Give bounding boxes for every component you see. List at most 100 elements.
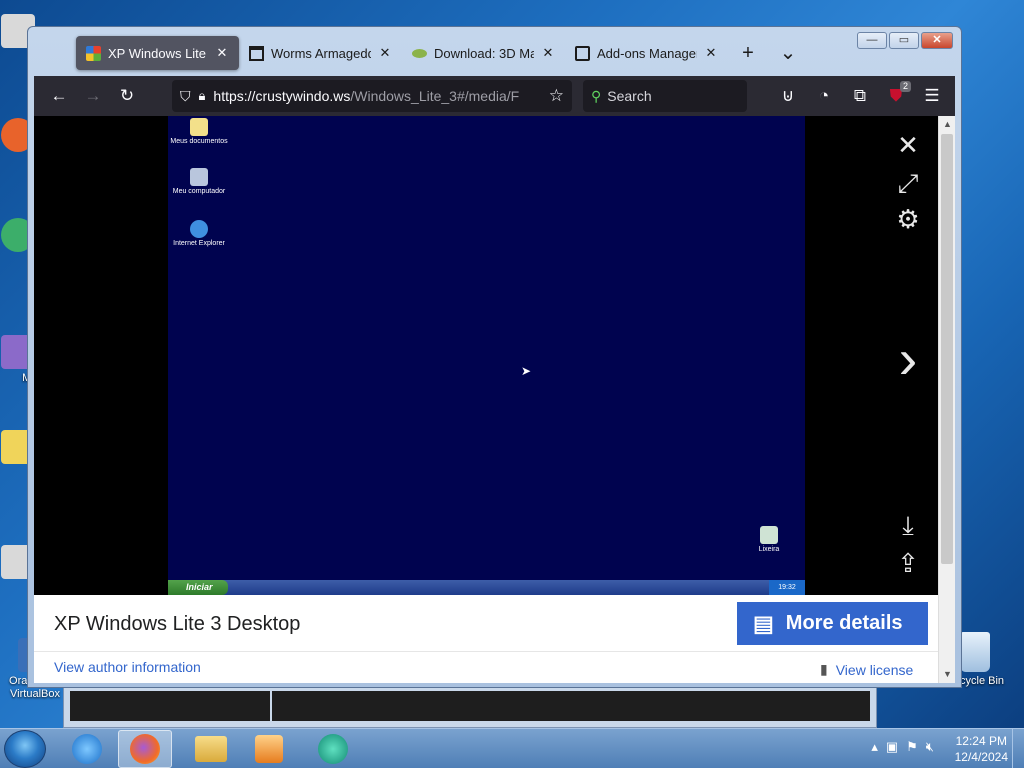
show-desktop-button[interactable]: [1012, 729, 1024, 768]
lock-icon: 🔒︎: [198, 88, 206, 103]
network-icon[interactable]: ▣: [886, 739, 898, 755]
addon-badge: 2: [899, 81, 911, 92]
volume-muted-icon[interactable]: 🔇︎: [926, 739, 934, 755]
media-player-icon: [255, 735, 283, 763]
maze-icon: [412, 48, 427, 58]
tab-xp-windows-lite[interactable]: XP Windows Lite 3 D ✕: [76, 36, 239, 70]
xp-icon-computer: Meu computador: [164, 168, 234, 195]
reload-button[interactable]: ↻: [110, 79, 144, 113]
url-bar[interactable]: ⛉ 🔒︎ https://crustywindo.ws/Windows_Lite…: [172, 80, 572, 112]
viewer-fullscreen-button[interactable]: ⤢: [888, 168, 928, 200]
tab-title: Download: 3D Maze: [434, 45, 534, 61]
back-button[interactable]: ←: [42, 79, 76, 113]
tab-title: Add-ons Manager: [597, 45, 697, 61]
xp-start-button: Iniciar: [168, 580, 228, 595]
search-bar[interactable]: ⚲ Search: [583, 80, 747, 112]
tab-download-3d-maze[interactable]: Download: 3D Maze ✕: [402, 36, 565, 70]
tab-strip: XP Windows Lite 3 D ✕ Worms Armageddon ✕…: [76, 36, 808, 70]
taskbar-clock[interactable]: 12:24 PM 12/4/2024: [955, 733, 1008, 765]
xp-taskbar: Iniciar 19:32: [168, 580, 805, 595]
extensions-button[interactable]: ⧉: [843, 79, 877, 113]
viewer-close-button[interactable]: ✕: [888, 130, 928, 161]
document-icon: ▤: [753, 610, 774, 636]
clock-date: 12/4/2024: [954, 750, 1008, 764]
minimize-button[interactable]: —: [857, 32, 887, 49]
archive-icon: [249, 45, 264, 61]
more-details-button[interactable]: ▤ More details: [737, 602, 928, 645]
recycle-bin-icon: [760, 526, 778, 544]
view-author-link[interactable]: View author information: [54, 659, 201, 675]
url-text: https://crustywindo.ws/Windows_Lite_3#/m…: [213, 88, 540, 104]
tab-close-icon[interactable]: ✕: [541, 45, 555, 61]
viewer-settings-button[interactable]: ⚙: [888, 204, 928, 235]
firefox-icon: [130, 734, 160, 764]
viewer-share-button[interactable]: ⇪: [888, 548, 928, 579]
restore-button[interactable]: ▭: [889, 32, 919, 49]
reload-icon: ↻: [119, 86, 135, 105]
taskbar-file-explorer[interactable]: [184, 730, 238, 768]
folder-icon: [195, 736, 227, 762]
toolbar-right-icons: ⊍ ◔ ⧉ ⛊ 2 ☰: [771, 79, 949, 113]
search-placeholder: Search: [607, 88, 652, 104]
action-center-flag-icon[interactable]: ⚑: [906, 739, 918, 755]
vertical-scrollbar[interactable]: ▲ ▼: [938, 116, 955, 683]
xp-icon-documents: Meus documentos: [164, 118, 234, 145]
forward-button[interactable]: →: [76, 79, 110, 113]
recycle-bin-icon: [960, 632, 990, 672]
list-all-tabs-button[interactable]: ⌄: [768, 36, 808, 70]
xp-logo-icon: [86, 45, 101, 61]
xp-icon-recycle: Lixeira: [734, 526, 804, 553]
url-host: https://crustywindo.ws: [213, 88, 351, 104]
viewer-next-button[interactable]: ›: [888, 326, 928, 391]
media-title: XP Windows Lite 3 Desktop: [54, 613, 301, 635]
new-tab-button[interactable]: +: [728, 36, 768, 70]
show-hidden-icons[interactable]: ▴: [871, 739, 878, 755]
window-caption-buttons: — ▭ ✕: [857, 32, 953, 49]
xp-icon-label: Meus documentos: [170, 138, 228, 145]
scroll-thumb[interactable]: [941, 134, 953, 564]
taskbar-internet-explorer[interactable]: [60, 730, 114, 768]
close-window-button[interactable]: ✕: [921, 32, 953, 49]
tab-close-icon[interactable]: ✕: [378, 45, 392, 61]
view-license-link[interactable]: ▮ View license: [820, 661, 913, 678]
media-viewer: Meus documentos Meu computador Internet …: [34, 116, 955, 683]
hamburger-menu-icon: ☰: [924, 86, 940, 105]
background-pane-left: [70, 691, 270, 721]
puzzle-icon: [575, 45, 590, 61]
tab-worms-armageddon[interactable]: Worms Armageddon ✕: [239, 36, 402, 70]
taskbar-app[interactable]: [306, 730, 360, 768]
search-icon: ⚲: [591, 87, 602, 104]
taskbar-media-player[interactable]: [242, 730, 296, 768]
browser-window: — ▭ ✕ XP Windows Lite 3 D ✕ Worms Armage…: [27, 26, 962, 688]
tab-close-icon[interactable]: ✕: [215, 45, 229, 61]
computer-icon: [190, 168, 208, 186]
xp-clock: 19:32: [769, 580, 805, 595]
license-icon: ▮: [820, 661, 828, 677]
tab-title: Worms Armageddon: [271, 45, 371, 61]
taskbar: ▴ ▣ ⚑ 🔇︎ 12:24 PM 12/4/2024: [0, 728, 1024, 768]
xp-icon-label: Internet Explorer: [173, 240, 225, 247]
navigation-toolbar: ← → ↻ ⛉ 🔒︎ https://crustywindo.ws/Window…: [34, 76, 955, 116]
ublock-button[interactable]: ⛊ 2: [879, 79, 913, 113]
viewer-download-button[interactable]: ⤓: [888, 510, 928, 542]
url-path: /Windows_Lite_3#/media/F: [350, 88, 520, 104]
menu-button[interactable]: ☰: [915, 79, 949, 113]
xp-icon-label: Meu computador: [172, 188, 226, 195]
tab-addons-manager[interactable]: Add-ons Manager ✕: [565, 36, 728, 70]
start-button[interactable]: [4, 730, 46, 768]
system-tray: ▴ ▣ ⚑ 🔇︎: [871, 739, 934, 755]
scroll-down-icon[interactable]: ▼: [939, 666, 955, 683]
xp-icon-label: Lixeira: [758, 546, 780, 553]
bookmark-star-icon[interactable]: ☆: [549, 86, 564, 106]
tab-close-icon[interactable]: ✕: [704, 45, 718, 61]
scroll-up-icon[interactable]: ▲: [939, 116, 955, 133]
background-window[interactable]: [63, 686, 877, 728]
clock-time: 12:24 PM: [955, 734, 1007, 748]
taskbar-firefox[interactable]: [118, 730, 172, 768]
account-button[interactable]: ◔: [807, 79, 841, 113]
xp-icon-internet-explorer: Internet Explorer: [164, 220, 234, 247]
account-circle-icon: ◔: [818, 86, 830, 105]
pocket-button[interactable]: ⊍: [771, 79, 805, 113]
xp-screenshot: Meus documentos Meu computador Internet …: [168, 116, 805, 595]
puzzle-icon: ⧉: [853, 86, 867, 105]
